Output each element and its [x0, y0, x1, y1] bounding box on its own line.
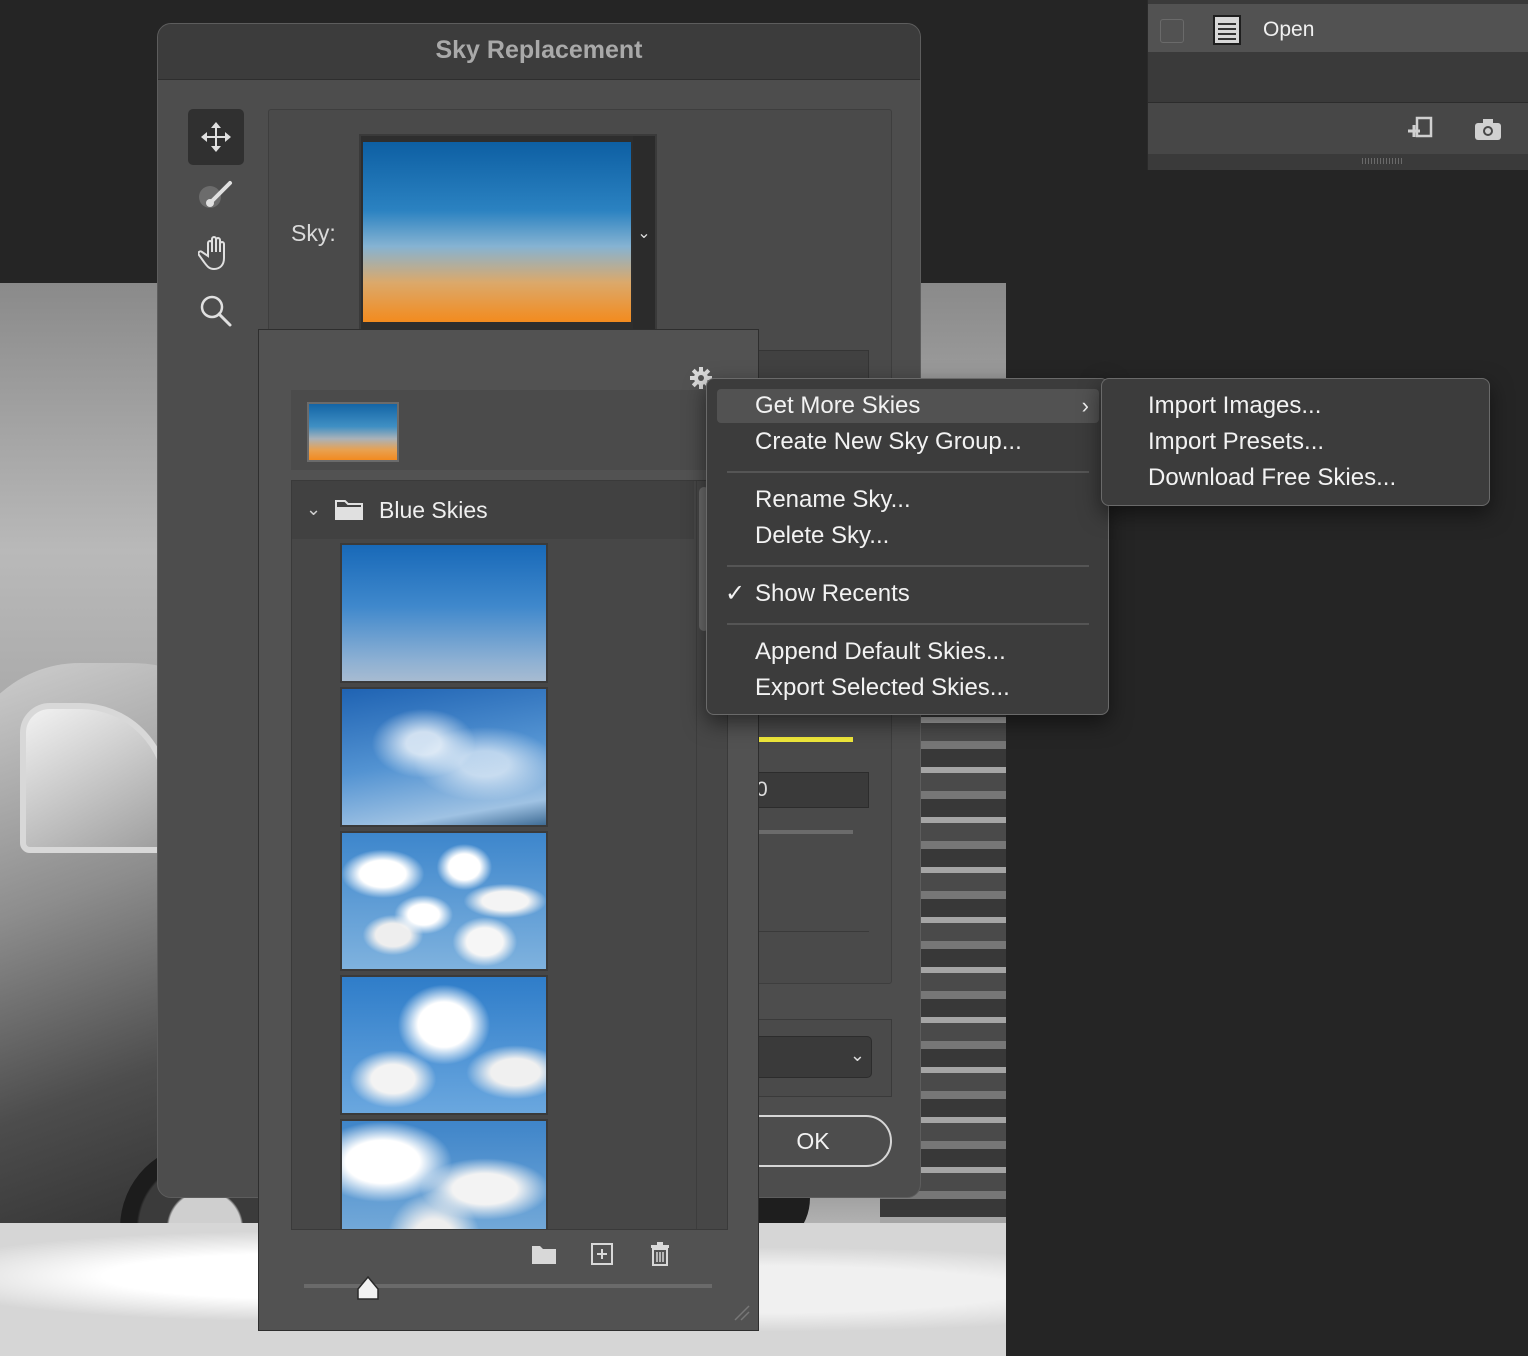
- sky-group-row[interactable]: ⌄ Blue Skies: [292, 481, 694, 539]
- chevron-right-icon: ›: [1081, 393, 1089, 418]
- sky-list: ⌄ Blue Skies: [291, 480, 728, 1230]
- slider-yellow-gradient[interactable]: [759, 737, 853, 742]
- panel-resize-grip[interactable]: [1362, 158, 1402, 164]
- menu-item-import-presets[interactable]: Import Presets...: [1148, 425, 1324, 459]
- sky-thumbnail[interactable]: [340, 975, 548, 1115]
- recents-strip: [291, 390, 711, 470]
- checkmark-icon: ✓: [725, 580, 746, 607]
- hand-tool[interactable]: [188, 225, 244, 281]
- menu-item-download-free-skies[interactable]: Download Free Skies...: [1148, 461, 1396, 495]
- menu-item-get-more-skies[interactable]: Get More Skies ›: [717, 389, 1099, 423]
- menu-item-label: Get More Skies: [755, 392, 921, 419]
- history-item[interactable]: Open: [1148, 4, 1528, 52]
- sky-preset-picker[interactable]: ⌄: [359, 134, 657, 332]
- tool-column: [188, 109, 246, 341]
- trash-icon[interactable]: [647, 1242, 673, 1266]
- new-group-folder-icon[interactable]: [531, 1242, 557, 1266]
- menu-item-import-images[interactable]: Import Images...: [1148, 389, 1321, 423]
- section-divider: [759, 931, 869, 932]
- menu-separator: [727, 471, 1089, 473]
- menu-item-rename-sky[interactable]: Rename Sky...: [717, 483, 1099, 517]
- recent-sky-thumbnail[interactable]: [307, 402, 399, 462]
- resize-grip-icon[interactable]: [731, 1302, 751, 1322]
- history-footer: [1148, 102, 1528, 154]
- numeric-field[interactable]: 0: [753, 772, 869, 808]
- menu-separator: [727, 623, 1089, 625]
- chevron-down-icon[interactable]: ⌄: [633, 136, 655, 330]
- camera-icon[interactable]: [1473, 115, 1503, 143]
- new-document-from-state-icon[interactable]: [1406, 115, 1436, 143]
- menu-item-create-new-sky-group[interactable]: Create New Sky Group...: [717, 425, 1099, 459]
- menu-item-show-recents[interactable]: ✓ Show Recents: [717, 577, 1099, 611]
- selected-sky-thumbnail: [363, 142, 631, 322]
- sky-thumbnail[interactable]: [340, 687, 548, 827]
- sky-thumbnail[interactable]: [340, 831, 548, 971]
- dialog-title: Sky Replacement: [158, 24, 920, 80]
- chevron-down-icon[interactable]: ⌄: [306, 499, 321, 520]
- sky-picker-popup: ⌄ Blue Skies: [258, 329, 759, 1331]
- chevron-down-icon: ⌄: [849, 1045, 865, 1065]
- menu-item-append-default-skies[interactable]: Append Default Skies...: [717, 635, 1099, 669]
- sky-presets-menu: Get More Skies › Create New Sky Group...…: [706, 378, 1109, 715]
- menu-item-delete-sky[interactable]: Delete Sky...: [717, 519, 1099, 553]
- sky-brush-icon: [199, 181, 232, 208]
- history-snapshot-checkbox[interactable]: [1160, 19, 1184, 43]
- get-more-skies-submenu: Import Images... Import Presets... Downl…: [1101, 378, 1490, 506]
- sky-label: Sky:: [291, 220, 336, 246]
- slider-handle-icon[interactable]: [356, 1275, 380, 1301]
- sky-thumbnail[interactable]: [340, 1119, 548, 1229]
- hand-icon: [198, 236, 225, 271]
- sky-thumbnail[interactable]: [340, 543, 548, 683]
- slider-track[interactable]: [759, 830, 853, 834]
- document-icon: [1213, 15, 1241, 45]
- folder-icon: [335, 500, 363, 520]
- history-item-label: Open: [1263, 18, 1315, 41]
- sky-brush-tool[interactable]: [188, 167, 244, 223]
- sky-group-label: Blue Skies: [379, 497, 488, 523]
- zoom-tool[interactable]: [188, 283, 244, 339]
- sky-move-tool[interactable]: [188, 109, 244, 165]
- history-panel: Open: [1147, 0, 1528, 170]
- list-divider: [696, 481, 697, 1229]
- menu-item-export-selected-skies[interactable]: Export Selected Skies...: [717, 671, 1099, 705]
- output-to-select[interactable]: ⌄: [748, 1036, 872, 1078]
- new-sky-icon[interactable]: [589, 1242, 615, 1266]
- move-icon: [201, 122, 231, 152]
- menu-item-label: Show Recents: [755, 580, 910, 607]
- zoom-icon: [200, 295, 232, 327]
- menu-separator: [727, 565, 1089, 567]
